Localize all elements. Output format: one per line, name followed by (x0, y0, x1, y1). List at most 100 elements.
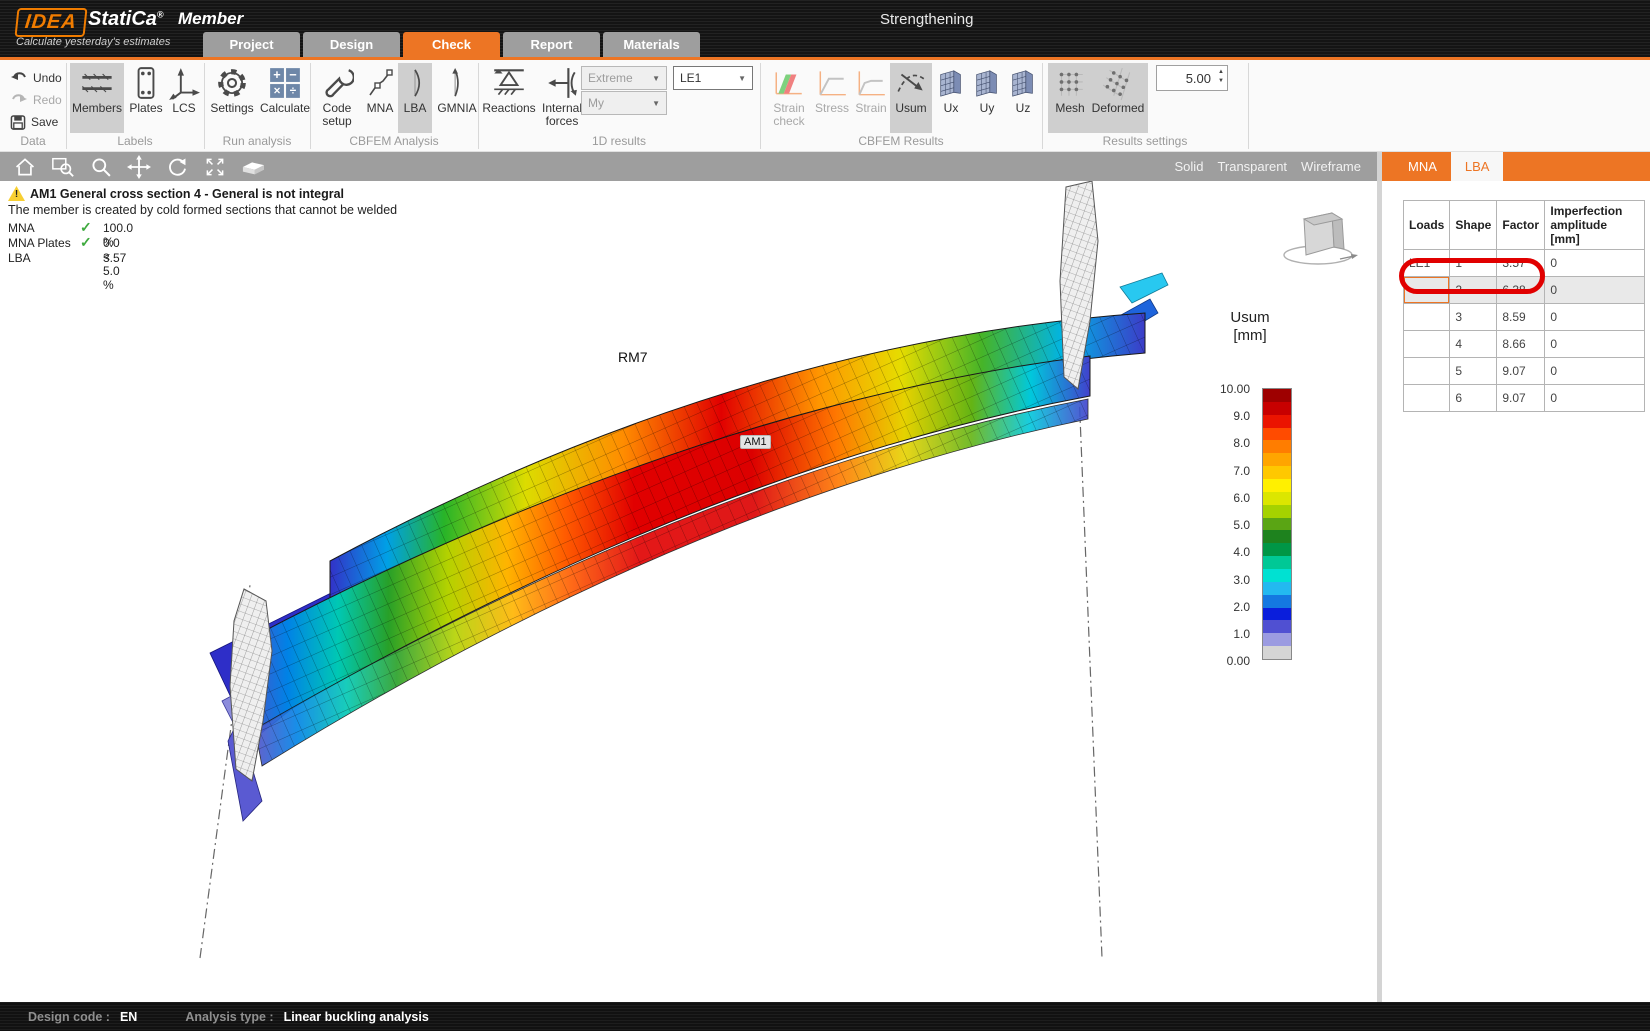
code-setup-wrench-icon (320, 65, 354, 101)
reactions-button[interactable]: Reactions (482, 63, 536, 133)
tab-project[interactable]: Project (203, 32, 300, 57)
loadcase-dropdown[interactable]: LE1▼ (673, 66, 753, 90)
design-code-label: Design code : (28, 1010, 110, 1024)
model-fin (1120, 273, 1168, 303)
mesh-button[interactable]: Mesh (1050, 63, 1090, 133)
col-shape: Shape (1450, 201, 1497, 250)
design-code-value: EN (120, 1010, 137, 1024)
settings-gear-icon (214, 65, 250, 101)
svg-text:÷: ÷ (290, 85, 297, 98)
uy-button[interactable]: Uy (970, 63, 1004, 133)
code-setup-button[interactable]: Code setup (314, 63, 360, 133)
strain-check-button[interactable]: Strain check (766, 63, 812, 133)
my-dropdown[interactable]: My▼ (581, 91, 667, 115)
zoom-button[interactable] (86, 154, 116, 180)
settings-button[interactable]: Settings (208, 63, 256, 133)
strain-button[interactable]: Strain (852, 63, 890, 133)
spinner-arrows[interactable]: ▲▼ (1218, 68, 1224, 86)
legend-tick: 1.0 (1204, 627, 1250, 641)
chevron-down-icon: ▼ (738, 74, 746, 83)
table-row[interactable]: 3 8.59 0 (1404, 304, 1645, 331)
group-label-1d-results: 1D results (478, 134, 760, 150)
undo-icon (10, 71, 28, 85)
member-label-am1: AM1 (740, 435, 771, 449)
idea-logo: IDEA (14, 8, 87, 37)
group-label-data: Data (0, 134, 66, 150)
table-row[interactable]: 5 9.07 0 (1404, 358, 1645, 385)
spinner-down-icon[interactable]: ▼ (1218, 77, 1224, 86)
group-label-labels: Labels (66, 134, 204, 150)
table-header-row: Loads Shape Factor Imperfection amplitud… (1404, 201, 1645, 250)
tab-design[interactable]: Design (303, 32, 400, 57)
panel-tab-lba[interactable]: LBA (1451, 152, 1504, 181)
project-title: Strengthening (880, 11, 973, 28)
view-mode-wireframe[interactable]: Wireframe (1301, 159, 1361, 174)
table-row-selected[interactable]: 2 6.38 0 (1404, 277, 1645, 304)
legend-tick: 9.0 (1204, 409, 1250, 423)
redo-button[interactable]: Redo (10, 90, 62, 110)
mna-icon (364, 65, 396, 101)
tab-report[interactable]: Report (503, 32, 600, 57)
legend-tick: 7.0 (1204, 464, 1250, 478)
panel-tab-mna[interactable]: MNA (1394, 152, 1451, 181)
lba-button[interactable]: LBA (398, 63, 432, 133)
tab-check[interactable]: Check (403, 32, 500, 57)
legend-tick: 10.00 (1204, 382, 1250, 396)
view-mode-solid[interactable]: Solid (1175, 159, 1204, 174)
usum-button[interactable]: Usum (890, 63, 932, 133)
group-label-cbfem-results: CBFEM Results (760, 134, 1042, 150)
gmnia-button[interactable]: GMNIA (432, 63, 482, 133)
zoom-window-icon (51, 155, 75, 179)
deformed-button[interactable]: Deformed (1090, 63, 1146, 133)
pan-button[interactable] (124, 154, 154, 180)
tab-materials[interactable]: Materials (603, 32, 700, 57)
plates-button[interactable]: Plates (126, 63, 166, 133)
calculate-button[interactable]: + − × ÷ Calculate (258, 63, 312, 133)
undo-button[interactable]: Undo (10, 68, 62, 88)
view-style-button[interactable] (238, 154, 268, 180)
mna-button[interactable]: MNA (362, 63, 398, 133)
model-viewport[interactable]: ! AM1 General cross section 4 - General … (0, 181, 1377, 1002)
magnifier-icon (90, 156, 112, 178)
svg-text:+: + (273, 67, 280, 82)
uz-icon (1008, 65, 1038, 101)
legend-title: Usum [mm] (1205, 309, 1295, 345)
table-row[interactable]: 4 8.66 0 (1404, 331, 1645, 358)
uy-icon (972, 65, 1002, 101)
uz-button[interactable]: Uz (1006, 63, 1040, 133)
plates-icon (129, 65, 163, 101)
brand-tagline: Calculate yesterday's estimates (16, 36, 170, 48)
svg-text:×: × (274, 85, 281, 98)
view-toolbar: Solid Transparent Wireframe (0, 152, 1377, 181)
chevron-down-icon: ▼ (652, 74, 660, 83)
lba-icon (400, 65, 430, 101)
group-label-results-settings: Results settings (1042, 134, 1248, 150)
save-button[interactable]: Save (10, 112, 58, 132)
lcs-button[interactable]: LCS (166, 63, 202, 133)
spinner-up-icon[interactable]: ▲ (1218, 68, 1224, 77)
table-row[interactable]: 6 9.07 0 (1404, 385, 1645, 412)
members-button[interactable]: Members (70, 63, 124, 133)
legend-tick: 4.0 (1204, 545, 1250, 559)
col-imperfection: Imperfection amplitude [mm] (1545, 201, 1645, 250)
rotate-icon (166, 156, 188, 178)
zoom-window-button[interactable] (48, 154, 78, 180)
home-view-button[interactable] (10, 154, 40, 180)
mesh-icon (1053, 65, 1087, 101)
analysis-type-value: Linear buckling analysis (284, 1010, 429, 1024)
view-mode-transparent[interactable]: Transparent (1217, 159, 1287, 174)
buckling-results-table: Loads Shape Factor Imperfection amplitud… (1403, 200, 1645, 412)
ux-icon (936, 65, 966, 101)
pan-icon (127, 155, 151, 179)
stress-button[interactable]: Stress (812, 63, 852, 133)
ux-button[interactable]: Ux (934, 63, 968, 133)
lcs-icon (167, 65, 201, 101)
fit-view-icon (204, 156, 226, 178)
zoom-fit-button[interactable] (200, 154, 230, 180)
col-factor: Factor (1497, 201, 1545, 250)
view-cube[interactable] (1282, 203, 1358, 269)
extreme-dropdown[interactable]: Extreme▼ (581, 66, 667, 90)
rotate-button[interactable] (162, 154, 192, 180)
deformed-scale-input[interactable]: 5.00 ▲▼ (1156, 65, 1228, 91)
table-row[interactable]: LE1 1 3.57 0 (1404, 250, 1645, 277)
